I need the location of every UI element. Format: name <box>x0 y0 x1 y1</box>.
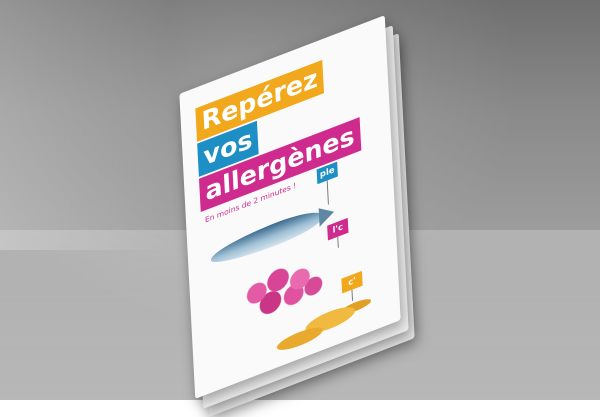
fish-leader-line <box>326 180 329 205</box>
title-word-reperez: Repérez <box>195 59 325 142</box>
pills-leader-line <box>337 236 339 249</box>
brochure-stack: Repérez vos allergènes En moins de 2 min… <box>0 0 600 417</box>
